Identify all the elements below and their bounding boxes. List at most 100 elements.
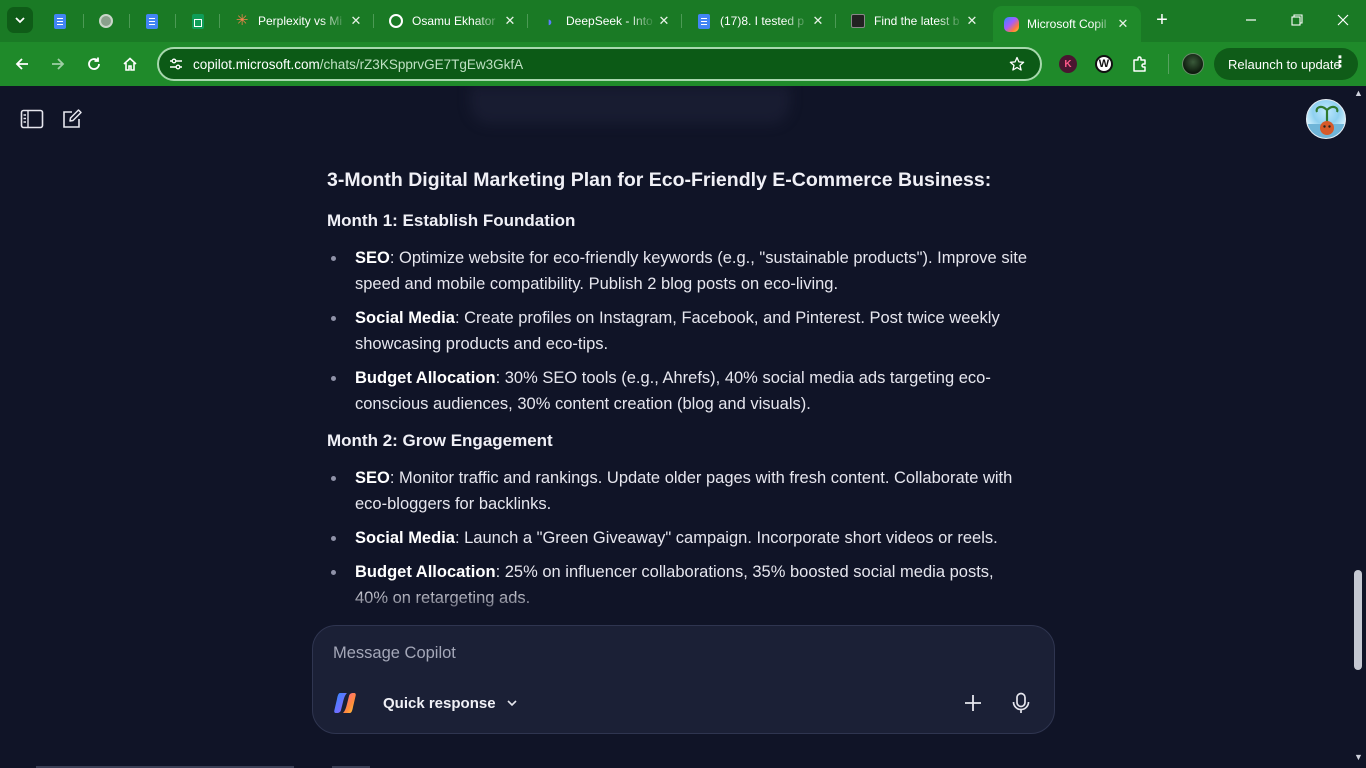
url-path: /chats/rZ3KSpprvGE7TgEw3GkfA (319, 57, 524, 72)
list-item: Social Media: Create profiles on Instagr… (327, 305, 1027, 357)
item-label: Budget Allocation (355, 563, 496, 581)
item-label: SEO (355, 469, 390, 487)
reload-button[interactable] (79, 49, 109, 79)
reload-icon (88, 57, 100, 70)
add-attachment-button[interactable] (956, 686, 990, 720)
address-bar[interactable]: copilot.microsoft.com/chats/rZ3KSpprvGE7… (157, 47, 1042, 81)
deepseek-icon: ◗ (546, 13, 554, 29)
item-label: SEO (355, 249, 390, 267)
browser-tab[interactable] (176, 6, 220, 36)
copilot-page: 3-Month Digital Marketing Plan for Eco-F… (0, 86, 1366, 768)
item-text: : Launch a "Green Giveaway" campaign. In… (454, 529, 998, 547)
restore-icon (1291, 14, 1303, 26)
list-item: SEO: Monitor traffic and rankings. Updat… (327, 465, 1027, 517)
new-chat-button[interactable] (59, 106, 85, 132)
close-tab-icon[interactable]: ✕ (964, 13, 980, 29)
chevron-down-icon (15, 17, 25, 24)
more-options-icon[interactable]: ⋮ (1332, 54, 1348, 72)
browser-tab[interactable]: Osamu Ekhator ✕ (374, 6, 528, 36)
message-composer: Quick response (312, 625, 1055, 734)
tab-title: Perplexity vs Mi (258, 14, 343, 28)
forward-button[interactable] (43, 49, 73, 79)
close-tab-icon[interactable]: ✕ (810, 13, 826, 29)
restore-button[interactable] (1274, 0, 1320, 40)
perplexity-icon: ✳ (235, 12, 249, 29)
item-text: : Monitor traffic and rankings. Update o… (355, 469, 1013, 513)
item-label: Budget Allocation (355, 369, 496, 387)
google-docs-icon (52, 13, 68, 29)
avatar-image-icon (1307, 105, 1345, 138)
tab-title: (17)8. I tested p (720, 14, 805, 28)
relaunch-label: Relaunch to update (1228, 56, 1341, 72)
scroll-down-icon[interactable]: ▼ (1354, 752, 1363, 762)
toolbar-separator (1168, 54, 1169, 74)
arrow-left-icon (15, 58, 28, 70)
assistant-message: 3-Month Digital Marketing Plan for Eco-F… (327, 162, 1027, 611)
response-title: 3-Month Digital Marketing Plan for Eco-F… (327, 169, 992, 191)
month-heading: Month 2: Grow Engagement (327, 431, 553, 450)
browser-tab-strip: ✳ Perplexity vs Mi ✕ Osamu Ekhator ✕ ◗ D… (0, 0, 1366, 42)
response-mode-label: Quick response (383, 694, 496, 712)
close-tab-icon[interactable]: ✕ (1115, 16, 1131, 32)
url-text[interactable]: copilot.microsoft.com/chats/rZ3KSpprvGE7… (193, 57, 523, 72)
extension-k-icon[interactable]: K (1057, 53, 1079, 75)
close-icon (1337, 14, 1349, 26)
month-1-list: SEO: Optimize website for eco-friendly k… (327, 245, 1027, 417)
relaunch-to-update-button[interactable]: Relaunch to update ⋮ (1214, 48, 1358, 80)
item-label: Social Media (355, 309, 455, 327)
close-tab-icon[interactable]: ✕ (656, 13, 672, 29)
site-info-icon[interactable] (165, 53, 187, 75)
browser-toolbar: copilot.microsoft.com/chats/rZ3KSpprvGE7… (0, 42, 1366, 86)
browser-tab[interactable]: Find the latest b ✕ (836, 6, 990, 36)
extensions-puzzle-icon[interactable] (1129, 53, 1151, 75)
globe-icon (98, 13, 114, 29)
browser-tab[interactable] (130, 6, 176, 36)
list-item: Social Media: Launch a "Green Giveaway" … (327, 525, 1027, 551)
item-text: : Optimize website for eco-friendly keyw… (355, 249, 1027, 293)
voice-input-button[interactable] (1004, 686, 1038, 720)
copilot-logo-icon (333, 691, 357, 715)
tab-title: Osamu Ekhator (412, 14, 496, 28)
message-input[interactable] (333, 642, 933, 664)
scrollbar-thumb[interactable] (1354, 570, 1362, 670)
scroll-up-icon[interactable]: ▲ (1354, 88, 1363, 98)
google-docs-icon (696, 13, 712, 29)
github-icon (388, 13, 404, 29)
list-item: Budget Allocation: 30% SEO tools (e.g., … (327, 365, 1027, 417)
month-heading: Month 1: Establish Foundation (327, 211, 576, 230)
minimize-icon (1246, 19, 1256, 21)
plus-icon (965, 695, 981, 711)
back-button[interactable] (7, 49, 37, 79)
compose-icon (63, 109, 82, 128)
browser-tab[interactable] (38, 6, 84, 36)
dark-site-icon (850, 13, 866, 29)
chevron-down-icon (506, 697, 518, 709)
bookmark-star-icon[interactable] (1006, 53, 1028, 75)
arrow-right-icon (52, 58, 65, 70)
browser-tab[interactable]: ✳ Perplexity vs Mi ✕ (220, 6, 374, 36)
browser-tab[interactable]: ◗ DeepSeek - Into ✕ (528, 6, 682, 36)
tab-title: DeepSeek - Into (566, 14, 653, 28)
close-tab-icon[interactable]: ✕ (502, 13, 518, 29)
profile-avatar-small[interactable] (1182, 53, 1204, 75)
page-scrollbar[interactable]: ▲ ▼ (1350, 86, 1366, 768)
response-mode-dropdown[interactable]: Quick response (369, 688, 532, 718)
tab-search-button[interactable] (7, 7, 33, 33)
item-label: Social Media (355, 529, 455, 547)
browser-tab[interactable]: (17)8. I tested p ✕ (682, 6, 836, 36)
list-item: SEO: Optimize website for eco-friendly k… (327, 245, 1027, 297)
close-tab-icon[interactable]: ✕ (348, 13, 364, 29)
close-window-button[interactable] (1320, 0, 1366, 40)
home-button[interactable] (115, 49, 145, 79)
user-avatar[interactable] (1306, 99, 1346, 139)
copilot-icon (1003, 16, 1019, 32)
sidebar-icon (20, 109, 44, 129)
tab-title: Microsoft Copil (1027, 17, 1107, 31)
minimize-button[interactable] (1228, 0, 1274, 40)
toggle-sidebar-button[interactable] (19, 106, 45, 132)
google-docs-icon (144, 13, 160, 29)
extension-w-icon[interactable]: W (1093, 53, 1115, 75)
browser-tab[interactable] (84, 6, 130, 36)
browser-tab-active[interactable]: Microsoft Copil ✕ (993, 6, 1141, 42)
new-tab-button[interactable]: + (1150, 9, 1174, 33)
